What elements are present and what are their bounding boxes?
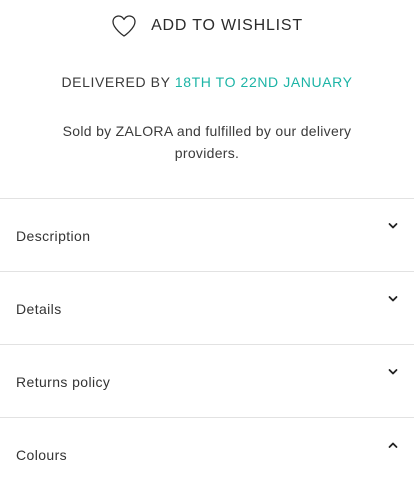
chevron-down-icon bbox=[388, 222, 398, 230]
add-to-wishlist-label: ADD TO WISHLIST bbox=[151, 17, 303, 34]
accordion-item-label: Description bbox=[16, 228, 91, 244]
accordion-item-colours[interactable]: Colours bbox=[0, 417, 414, 490]
add-to-wishlist-button[interactable]: ADD TO WISHLIST bbox=[0, 12, 414, 40]
accordion-item-details[interactable]: Details bbox=[0, 271, 414, 344]
delivery-prefix: DELIVERED BY bbox=[61, 74, 171, 90]
accordion-item-label: Colours bbox=[16, 447, 68, 463]
delivery-dates: 18TH TO 22ND JANUARY bbox=[174, 74, 353, 90]
chevron-down-icon bbox=[388, 368, 398, 376]
chevron-down-icon bbox=[388, 295, 398, 303]
accordion-item-description[interactable]: Description bbox=[0, 198, 414, 271]
accordion-item-label: Details bbox=[16, 301, 62, 317]
accordion-item-label: Returns policy bbox=[16, 374, 111, 390]
delivery-estimate: DELIVERED BY 18TH TO 22ND JANUARY bbox=[0, 74, 414, 90]
product-info-accordion: Description Details Returns policy Colou… bbox=[0, 198, 414, 490]
seller-note: Sold by ZALORA and fulfilled by our deli… bbox=[62, 123, 352, 161]
chevron-up-icon bbox=[388, 441, 398, 449]
heart-outline-icon bbox=[111, 14, 137, 38]
accordion-item-returns-policy[interactable]: Returns policy bbox=[0, 344, 414, 417]
